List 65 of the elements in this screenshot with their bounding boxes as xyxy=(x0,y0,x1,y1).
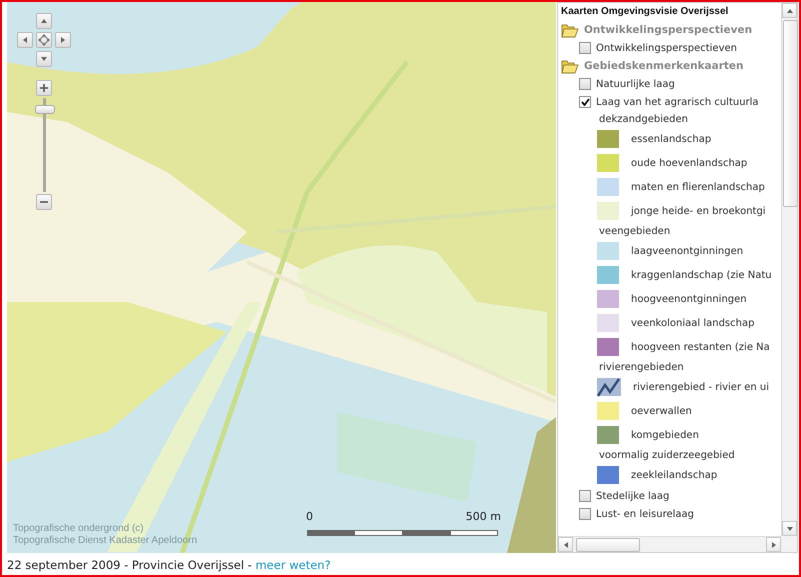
arrow-right-icon xyxy=(770,540,778,548)
legend-label: essenlandschap xyxy=(631,134,712,144)
scrollbar-thumb[interactable] xyxy=(576,538,640,552)
layer-checkbox[interactable] xyxy=(579,96,591,108)
scale-label: 0 xyxy=(306,510,313,523)
scrollbar-thumb[interactable] xyxy=(783,20,798,207)
horizontal-scrollbar[interactable] xyxy=(558,536,781,552)
legend-label: kraggenlandschap (zie Natu xyxy=(631,270,772,280)
vertical-scrollbar[interactable] xyxy=(781,3,797,536)
scrollbar-corner xyxy=(781,536,797,552)
arrow-up-icon xyxy=(40,17,48,25)
layer-label: Laag van het agrarisch cultuurla xyxy=(596,96,759,108)
arrow-down-icon xyxy=(786,524,794,532)
legend-heading: voormalig zuiderzeegebied xyxy=(598,448,736,462)
plus-icon xyxy=(39,83,49,93)
layer-checkbox[interactable] xyxy=(579,78,591,90)
folder-icon xyxy=(561,58,579,74)
legend-label: oeverwallen xyxy=(631,406,692,416)
scroll-up-button[interactable] xyxy=(782,3,797,18)
pan-center-button[interactable] xyxy=(36,32,52,48)
arrow-up-icon xyxy=(786,6,794,14)
pan-down-button[interactable] xyxy=(36,51,52,67)
scroll-right-button[interactable] xyxy=(766,537,781,552)
zoom-out-button[interactable] xyxy=(36,194,52,210)
legend-heading: veengebieden xyxy=(598,224,672,238)
layer-label: Stedelijke laag xyxy=(596,490,670,502)
four-arrows-icon xyxy=(38,34,50,46)
legend-label: rivierengebied - rivier en ui xyxy=(633,382,770,392)
folder-label[interactable]: Ontwikkelingsperspectieven xyxy=(584,24,752,36)
pan-up-button[interactable] xyxy=(36,13,52,29)
legend-heading: dekzandgebieden xyxy=(598,112,689,126)
layer-checkbox[interactable] xyxy=(579,42,591,54)
scroll-left-button[interactable] xyxy=(558,537,573,552)
arrow-right-icon xyxy=(59,36,67,44)
legend-heading: rivierengebieden xyxy=(598,360,685,374)
folder-label[interactable]: Gebiedskenmerkenkaarten xyxy=(584,60,744,72)
arrow-left-icon xyxy=(21,36,29,44)
legend-label: jonge heide- en broekontgi xyxy=(631,206,766,216)
legend-label: maten en flierenlandschap xyxy=(631,182,765,192)
footer-text: 22 september 2009 - Provincie Overijssel - meer weten? xyxy=(6,557,332,572)
legend-label: veenkoloniaal landschap xyxy=(631,318,754,328)
layer-label: Lust- en leisurelaag xyxy=(596,508,694,520)
folder-icon xyxy=(561,22,579,38)
legend-title: Kaarten Omgevingsvisie Overijssel xyxy=(561,6,730,17)
layer-label: Natuurlijke laag xyxy=(596,78,675,90)
pan-left-button[interactable] xyxy=(17,32,33,48)
layer-label: Ontwikkelingsperspectieven xyxy=(596,42,737,54)
river-line-icon xyxy=(597,377,621,397)
more-info-link[interactable]: meer weten? xyxy=(255,558,331,572)
legend-label: hoogveen restanten (zie Na xyxy=(631,342,770,352)
pan-right-button[interactable] xyxy=(55,32,71,48)
legend-label: zeekleilandschap xyxy=(631,470,718,480)
layer-checkbox[interactable] xyxy=(579,508,591,520)
scale-label: 500 m xyxy=(466,510,501,523)
arrow-down-icon xyxy=(40,55,48,63)
arrow-left-icon xyxy=(562,540,570,548)
map-attribution: Topografische ondergrond (c) xyxy=(13,523,145,535)
zoom-in-button[interactable] xyxy=(36,80,52,96)
legend-label: hoogveenontginningen xyxy=(631,294,747,304)
legend-label: oude hoevenlandschap xyxy=(631,158,748,168)
legend-label: laagveenontginningen xyxy=(631,246,744,256)
checkmark-icon xyxy=(580,98,590,106)
layer-checkbox[interactable] xyxy=(579,490,591,502)
scroll-down-button[interactable] xyxy=(782,521,797,536)
legend-label: komgebieden xyxy=(631,430,699,440)
